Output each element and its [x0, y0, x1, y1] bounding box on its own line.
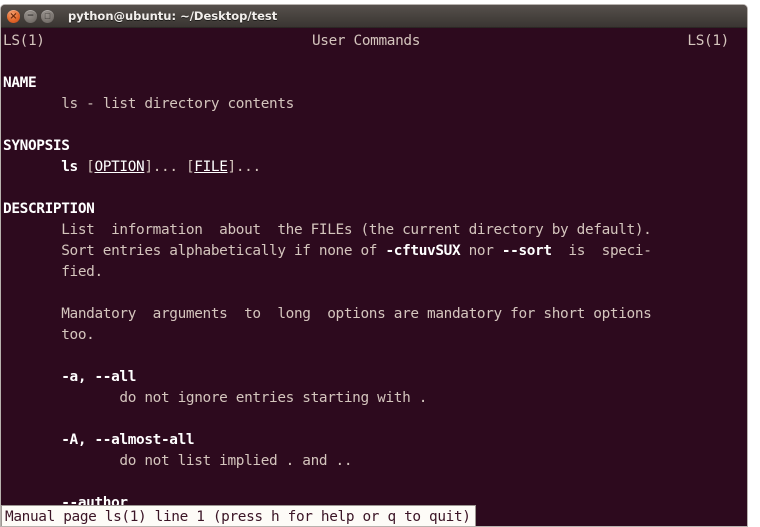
man-header-right: LS(1) [687, 33, 729, 49]
section-heading-description: DESCRIPTION [3, 201, 95, 217]
description-line-3: fied. [3, 264, 103, 280]
option-almost-all-description: do not list implied . and .. [3, 453, 353, 469]
synopsis-tail: ]... [227, 159, 262, 175]
man-header-left: LS(1) [3, 33, 45, 49]
close-icon: × [9, 10, 18, 22]
option-almost-all-indent [3, 432, 61, 448]
window-title-bar[interactable]: × − □ python@ubuntu: ~/Desktop/test [1, 5, 747, 28]
description-line-1: List information about the FILEs (the cu… [3, 222, 652, 238]
synopsis-line: ls [OPTION]... [FILE]... [1, 157, 747, 178]
option-all-flags: -a, --all [61, 369, 137, 385]
minimize-button[interactable]: − [24, 9, 37, 23]
synopsis-indent [3, 159, 61, 175]
man-page-header: LS(1) User Commands LS(1) [1, 31, 747, 52]
close-button[interactable]: × [7, 9, 20, 23]
option-almost-all-term: -A, --almost-all [1, 430, 747, 451]
synopsis-command: ls [61, 159, 78, 175]
synopsis-file-arg: FILE [194, 159, 228, 175]
window-title-text: python@ubuntu: ~/Desktop/test [68, 9, 278, 23]
synopsis-between: ]... [ [144, 159, 195, 175]
section-heading-name: NAME [3, 75, 37, 91]
pager-status-bar[interactable]: Manual page ls(1) line 1 (press h for he… [1, 505, 476, 526]
desc2-post: is speci- [551, 243, 652, 259]
maximize-icon: □ [44, 11, 51, 20]
desc2-mid: nor [460, 243, 502, 259]
terminal-content-area[interactable]: LS(1) User Commands LS(1) NAME ls - list… [1, 28, 747, 526]
option-all-indent [3, 369, 61, 385]
option-all-description: do not ignore entries starting with . [3, 390, 428, 406]
synopsis-option-arg: OPTION [94, 159, 145, 175]
name-description-line: ls - list directory contents [3, 96, 294, 112]
minimize-icon: − [26, 10, 35, 21]
man-header-center: User Commands [311, 33, 421, 49]
mandatory-args-line-2: too. [3, 327, 95, 343]
mandatory-args-line-1: Mandatory arguments to long options are … [3, 306, 652, 322]
maximize-button[interactable]: □ [41, 9, 54, 23]
terminal-window[interactable]: × − □ python@ubuntu: ~/Desktop/test LS(1… [0, 4, 748, 527]
option-almost-all-flags: -A, --almost-all [61, 432, 195, 448]
description-line-2: Sort entries alphabetically if none of -… [1, 241, 747, 262]
synopsis-open-1: [ [77, 159, 95, 175]
desc2-pre: Sort entries alphabetically if none of [3, 243, 386, 259]
desc2-sort-option: --sort [501, 243, 552, 259]
section-heading-synopsis: SYNOPSIS [3, 138, 70, 154]
option-all-term: -a, --all [1, 367, 747, 388]
desc2-sort-flags: -cftuvSUX [385, 243, 461, 259]
